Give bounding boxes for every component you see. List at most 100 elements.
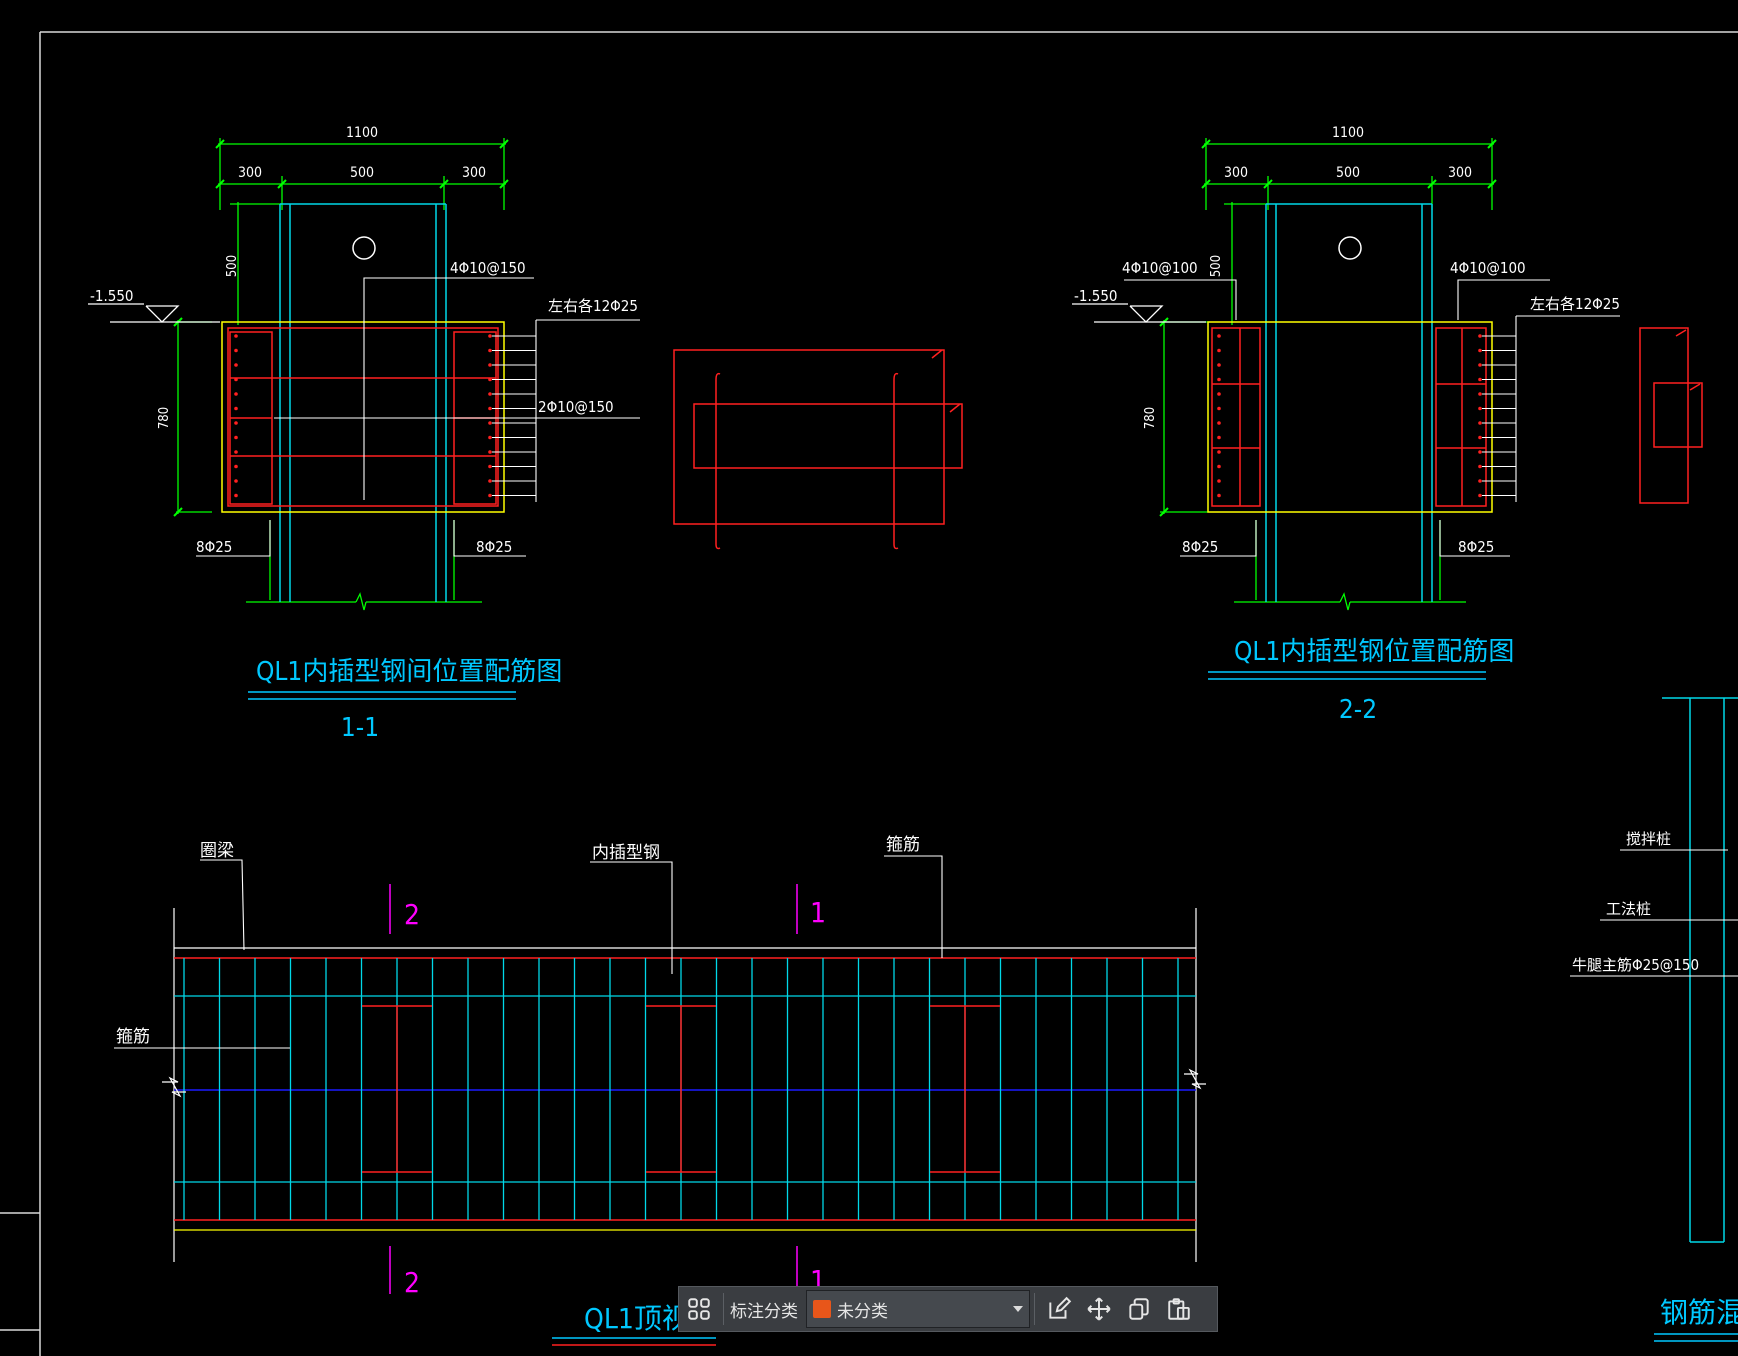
rebar-dot <box>488 421 492 425</box>
rebar-dot <box>1478 363 1482 367</box>
rebar-dot <box>1217 421 1221 425</box>
dim-height: 780 <box>157 407 172 429</box>
label-stirrup-top: 箍筋 <box>886 835 920 855</box>
pile-circle <box>1338 236 1362 260</box>
rebar-dot <box>488 479 492 483</box>
annotation-toolbar: 标注分类 未分类 <box>678 1286 1218 1332</box>
rebar-dot <box>1478 450 1482 454</box>
steel-sections <box>362 1005 1000 1173</box>
dim-top-vertical: 500 <box>225 255 240 277</box>
label-left-bottom: 8Φ25 <box>196 538 232 556</box>
rebar-dot <box>234 493 238 498</box>
elevation-marker-1-1 <box>88 303 220 323</box>
label-mid-bars: 2Φ10@150 <box>538 398 614 416</box>
grid-icon[interactable] <box>679 1289 719 1329</box>
stirrup-detail <box>673 349 963 550</box>
rebar-dot <box>488 435 492 440</box>
chevron-down-icon <box>1013 1306 1023 1312</box>
break-marks <box>162 1068 1206 1098</box>
label-corbel-bars: 牛腿主筋Φ25@150 <box>1572 956 1699 974</box>
section-title-2-2: QL1内插型钢位置配筋图 <box>1234 637 1514 667</box>
plan-leaders <box>114 855 943 1049</box>
toolbar-separator <box>723 1293 724 1325</box>
label-right-bars: 4Φ10@100 <box>1450 259 1526 277</box>
rebar-dot <box>234 363 238 367</box>
category-dropdown[interactable]: 未分类 <box>806 1290 1030 1328</box>
category-value: 未分类 <box>837 1301 888 1322</box>
plan-view: 圈梁 内插型钢 箍筋 箍筋 2 1 2 1 QL1顶视图 <box>114 835 1206 1346</box>
label-left-bars: 4Φ10@100 <box>1122 259 1198 277</box>
dim-height: 780 <box>1143 407 1158 429</box>
rebar-dot <box>488 464 492 469</box>
rebar-dot <box>1217 348 1221 353</box>
rebar-dots-1-1 <box>234 334 492 498</box>
rebar-dot <box>234 479 238 483</box>
rebar-dot <box>488 377 492 382</box>
elevation-label: -1.550 <box>90 287 134 305</box>
rebar-dot <box>1478 479 1482 483</box>
label-side-bars: 左右各12Φ25 <box>548 297 638 315</box>
rebar-dot <box>234 406 238 411</box>
concrete-outline-1-1 <box>221 321 505 513</box>
pile-circle <box>352 236 376 260</box>
copy-icon[interactable] <box>1119 1289 1159 1329</box>
edit-icon[interactable] <box>1039 1289 1079 1329</box>
rebar-dot <box>1478 377 1482 382</box>
rebar-dot <box>1217 464 1221 469</box>
section-mark-2-bottom: 2 <box>404 1266 420 1299</box>
rebar-dot <box>1217 363 1221 367</box>
rebar-dot <box>1217 377 1221 382</box>
rebar-dot <box>488 348 492 353</box>
category-label: 标注分类 <box>730 1301 798 1322</box>
label-right-bottom: 8Φ25 <box>1458 538 1494 556</box>
drawing-frame <box>0 31 1738 1356</box>
rebar-dot <box>488 406 492 411</box>
rebar-dot <box>1217 435 1221 440</box>
leaders-1-1 <box>196 277 640 557</box>
toolbar-separator <box>1034 1293 1035 1325</box>
label-mixing-pile: 搅拌桩 <box>1626 830 1671 848</box>
category-color-swatch <box>813 1300 831 1318</box>
paste-icon[interactable] <box>1159 1289 1199 1329</box>
section-mark-2-top: 2 <box>404 898 420 931</box>
right-detail: 搅拌桩 工法桩 牛腿主筋Φ25@150 钢筋混凝土 <box>1570 697 1738 1342</box>
rebar-cage-1-1 <box>227 327 499 507</box>
cad-drawing-canvas[interactable]: 1100 300 500 300 500 780 -1.550 4Φ10@150… <box>0 0 1738 1356</box>
rebar-dot <box>234 334 238 338</box>
rebar-dot <box>234 421 238 425</box>
rebar-dot <box>1217 479 1221 483</box>
dim-right: 300 <box>462 165 486 181</box>
label-top-bars: 4Φ10@150 <box>450 259 526 277</box>
label-steel: 内插型钢 <box>592 843 660 863</box>
concrete-outline-2-2 <box>1207 321 1493 513</box>
dim-mid: 500 <box>350 165 374 181</box>
label-ring-beam: 圈梁 <box>200 841 234 861</box>
dim-left: 300 <box>1224 165 1248 181</box>
rebar-dot <box>234 377 238 382</box>
dim-total: 1100 <box>1332 125 1364 141</box>
rebar-dot <box>234 392 238 396</box>
rebar-dot <box>1478 493 1482 498</box>
steel-column-1-1 <box>279 203 447 602</box>
rebar-dot <box>1217 450 1221 454</box>
rebar-dot <box>1478 435 1482 440</box>
section-id-1-1: 1-1 <box>341 713 379 743</box>
elevation-label: -1.550 <box>1074 287 1118 305</box>
rebar-dot <box>1478 348 1482 353</box>
rebar-dot <box>1217 493 1221 498</box>
rebar-dot <box>234 450 238 454</box>
rebar-dot <box>488 392 492 396</box>
dim-total: 1100 <box>346 125 378 141</box>
rebar-dot <box>1217 392 1221 396</box>
move-icon[interactable] <box>1079 1289 1119 1329</box>
rebar-dot <box>1217 406 1221 411</box>
dim-top-vertical: 500 <box>1209 255 1224 277</box>
rebar-dot <box>488 334 492 338</box>
rebar-dot <box>1478 334 1482 338</box>
section-title-1-1: QL1内插型钢间位置配筋图 <box>256 657 562 687</box>
rebar-dot <box>488 493 492 498</box>
rebar-dot <box>1217 334 1221 338</box>
section-marks <box>389 884 798 1294</box>
rebar-dot <box>234 464 238 469</box>
rebar-dot <box>1478 421 1482 425</box>
